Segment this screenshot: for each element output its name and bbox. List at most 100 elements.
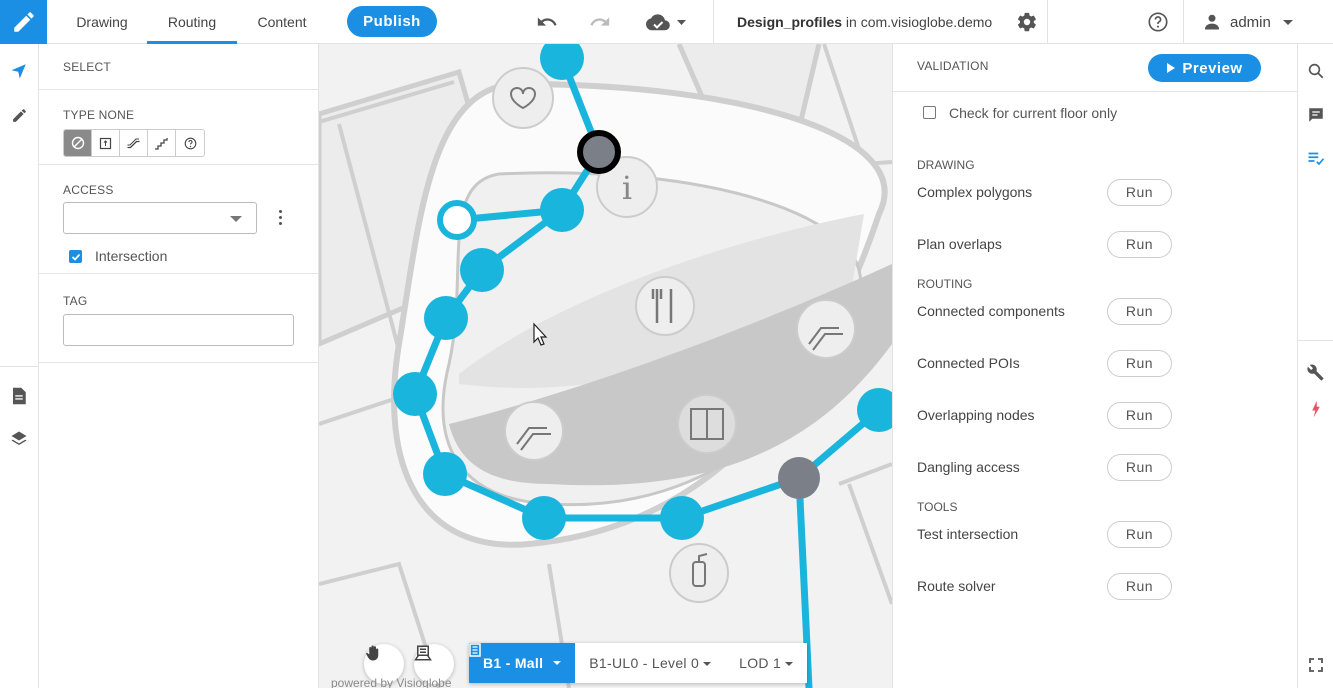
level-dropdown[interactable]: B1-UL0 - Level 0 (575, 643, 725, 683)
intersection-checkbox[interactable] (69, 250, 82, 263)
chevron-down-icon (703, 662, 712, 667)
building-dropdown[interactable]: B1 - Mall (469, 643, 576, 683)
section-drawing: DRAWING (917, 158, 975, 172)
project-org: in com.visioglobe.demo (842, 14, 993, 30)
layers-icon[interactable] (8, 428, 30, 450)
tag-label: TAG (63, 294, 88, 308)
type-stairs-button[interactable] (148, 130, 176, 156)
run-dangling-access-button[interactable]: Run (1107, 454, 1172, 481)
wall-line (838, 462, 892, 486)
access-select[interactable] (63, 202, 257, 234)
help-icon[interactable] (1146, 10, 1170, 34)
validation-panel: VALIDATION Preview Check for current flo… (892, 44, 1298, 688)
map-canvas[interactable]: i B1 - Mall B1-UL0 - Level 0 LOD 1 power… (319, 44, 892, 688)
check-dangling-access: Dangling access (917, 459, 1020, 475)
run-route-solver-button[interactable]: Run (1107, 573, 1172, 600)
route-node[interactable] (423, 452, 467, 496)
divider (39, 89, 319, 90)
divider (1298, 340, 1333, 341)
more-options-icon[interactable] (276, 210, 284, 228)
type-none-button[interactable] (64, 130, 92, 156)
type-door-button[interactable] (92, 130, 120, 156)
select-title: SELECT (63, 60, 111, 74)
intersection-label: Intersection (95, 248, 168, 264)
flash-icon[interactable] (1306, 399, 1326, 419)
search-icon[interactable] (1306, 61, 1326, 81)
restaurant-poi-icon (635, 276, 695, 336)
redo-icon[interactable] (588, 10, 612, 34)
powered-by: powered by Visioglobe (331, 676, 452, 688)
floor-selector: B1 - Mall B1-UL0 - Level 0 LOD 1 (469, 643, 808, 683)
tab-drawing[interactable]: Drawing (62, 0, 142, 44)
run-connected-components-button[interactable]: Run (1107, 298, 1172, 325)
current-floor-checkbox[interactable] (923, 106, 936, 119)
type-label: TYPE NONE (63, 108, 135, 122)
run-overlapping-nodes-button[interactable]: Run (1107, 402, 1172, 429)
run-complex-polygons-button[interactable]: Run (1107, 179, 1172, 206)
chevron-down-icon (230, 216, 242, 222)
tools-icon[interactable] (1306, 363, 1326, 383)
route-node[interactable] (460, 248, 504, 292)
tab-routing[interactable]: Routing (147, 0, 237, 44)
route-node[interactable] (393, 372, 437, 416)
route-node[interactable] (540, 188, 584, 232)
unknown-icon (184, 137, 196, 149)
publish-button[interactable]: Publish (347, 6, 437, 37)
right-rail (1297, 44, 1333, 688)
pencil-logo-icon[interactable] (0, 0, 47, 44)
tab-content[interactable]: Content (244, 0, 320, 44)
top-bar: Drawing Routing Content Publish Design_p… (0, 0, 1333, 44)
chevron-down-icon (553, 661, 562, 665)
open-route-node[interactable] (437, 200, 477, 240)
gear-icon[interactable] (1015, 10, 1039, 34)
intersection-node[interactable] (778, 457, 820, 499)
run-plan-overlaps-button[interactable]: Run (1107, 231, 1172, 258)
route-node[interactable] (424, 296, 468, 340)
elevator-poi-icon (677, 394, 737, 454)
check-connected-components: Connected components (917, 303, 1065, 319)
divider (39, 362, 319, 363)
divider (39, 164, 319, 165)
divider (1183, 0, 1184, 44)
fullscreen-icon[interactable] (1306, 655, 1326, 675)
comment-icon[interactable] (1306, 105, 1326, 125)
route-node[interactable] (660, 496, 704, 540)
check-complex-polygons: Complex polygons (917, 184, 1033, 200)
validation-checklist-icon[interactable] (1306, 148, 1326, 168)
undo-icon[interactable] (535, 10, 559, 34)
chevron-down-icon (1282, 19, 1293, 25)
divider (893, 91, 1298, 92)
type-unknown-button[interactable] (176, 130, 204, 156)
building-label: B1 - Mall (483, 655, 544, 671)
lod-label: LOD 1 (739, 655, 782, 671)
check-overlapping-nodes: Overlapping nodes (917, 407, 1035, 423)
cloud-sync-icon[interactable] (644, 10, 690, 34)
user-menu[interactable]: admin (1202, 0, 1293, 44)
run-connected-pois-button[interactable]: Run (1107, 350, 1172, 377)
divider (713, 0, 714, 44)
project-title: Design_profiles in com.visioglobe.demo (737, 0, 992, 44)
selected-node[interactable] (577, 130, 621, 174)
lod-dropdown[interactable]: LOD 1 (725, 643, 807, 683)
run-test-intersection-button[interactable]: Run (1107, 521, 1172, 548)
check-icon (71, 253, 80, 261)
health-poi-icon (492, 67, 554, 129)
route-node[interactable] (522, 496, 566, 540)
play-icon (1167, 63, 1176, 73)
preview-button[interactable]: Preview (1148, 54, 1261, 82)
escalator-icon (127, 138, 140, 148)
none-icon (71, 136, 84, 150)
user-icon (1204, 14, 1220, 30)
level-label: B1-UL0 - Level 0 (589, 655, 700, 671)
divider (39, 273, 319, 274)
project-name: Design_profiles (737, 14, 843, 30)
navigate-icon[interactable] (8, 60, 30, 82)
map-drawing: i (319, 44, 892, 688)
type-escalator-button[interactable] (120, 130, 148, 156)
edit-icon[interactable] (8, 104, 30, 126)
tag-input[interactable] (63, 314, 294, 346)
select-panel: SELECT TYPE NONE ACCESS Intersection TAG (39, 44, 319, 688)
document-icon[interactable] (8, 385, 30, 407)
svg-text:i: i (622, 169, 632, 207)
route-node[interactable] (540, 44, 584, 80)
